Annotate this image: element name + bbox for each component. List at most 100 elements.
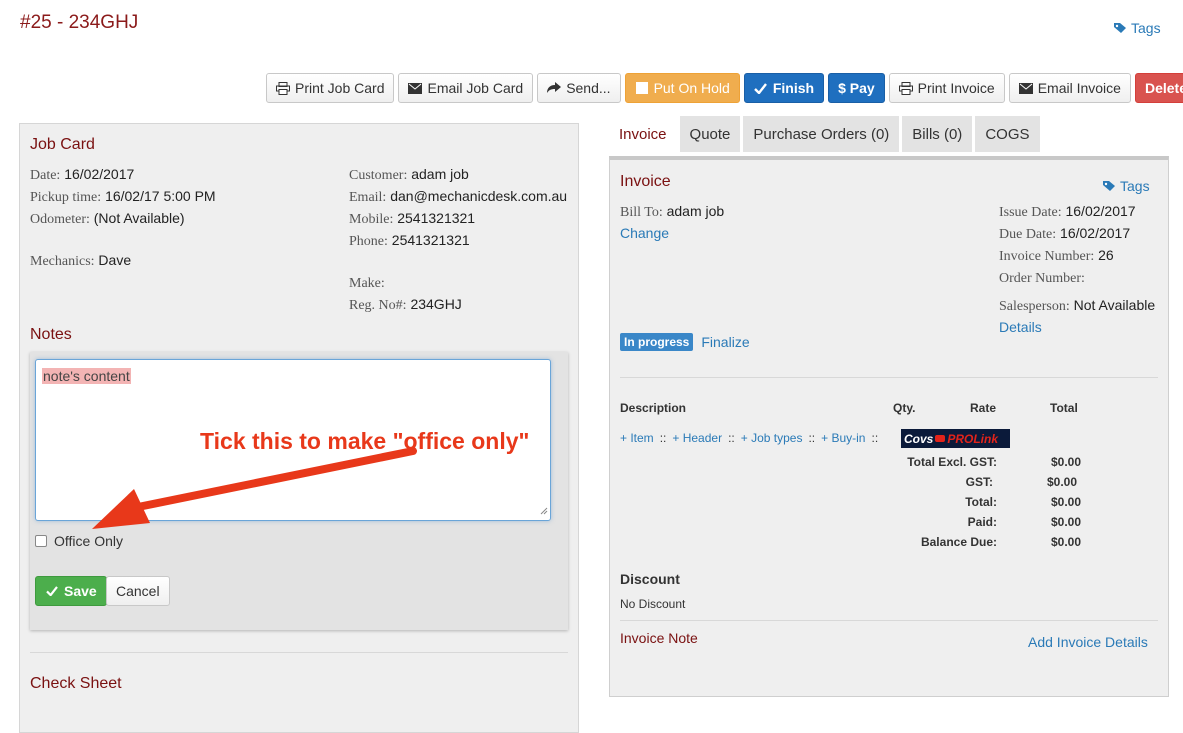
balance-due-label: Balance Due:	[920, 535, 997, 549]
customer-value: adam job	[411, 166, 469, 182]
job-toolbar: Print Job Card Email Job Card Send... Pu…	[266, 73, 1183, 103]
pickup-label: Pickup time:	[30, 190, 102, 205]
due-date-label: Due Date:	[999, 227, 1057, 242]
cancel-button[interactable]: Cancel	[106, 576, 170, 606]
phone-row: Phone: 2541321321	[349, 230, 567, 252]
envelope-icon	[408, 81, 423, 95]
divider	[620, 620, 1158, 621]
put-on-hold-button[interactable]: Put On Hold	[624, 73, 740, 103]
print-invoice-label: Print Invoice	[917, 80, 995, 96]
separator: ::	[808, 431, 816, 445]
divider	[30, 652, 568, 653]
add-buy-in-link[interactable]: + Buy-in	[821, 431, 865, 445]
col-total: Total	[1050, 401, 1078, 415]
rego-row: Reg. No#: 234GHJ	[349, 294, 567, 316]
tag-icon	[1102, 179, 1116, 193]
rego-label: Reg. No#:	[349, 298, 407, 313]
tab-cogs[interactable]: COGS	[975, 116, 1040, 152]
separator: ::	[871, 431, 879, 445]
pay-button[interactable]: $ Pay	[828, 73, 885, 103]
customer-label: Customer:	[349, 168, 408, 183]
add-job-types-link[interactable]: + Job types	[741, 431, 803, 445]
phone-value: 2541321321	[391, 232, 470, 248]
gst-label: GST:	[965, 475, 993, 489]
page-title: #25 - 234GHJ	[20, 12, 139, 33]
print-icon	[898, 81, 913, 95]
divider	[620, 377, 1158, 378]
stop-square-icon	[635, 81, 649, 95]
save-button[interactable]: Save	[35, 576, 107, 606]
tab-quote[interactable]: Quote	[679, 116, 741, 152]
mechanics-row: Mechanics: Dave	[30, 250, 216, 272]
email-invoice-label: Email Invoice	[1037, 80, 1121, 96]
date-label: Date:	[30, 168, 61, 183]
separator: ::	[728, 431, 735, 445]
tab-invoice[interactable]: Invoice	[609, 116, 677, 152]
issue-date-value: 16/02/2017	[1065, 203, 1136, 219]
finish-label: Finish	[772, 80, 815, 96]
header-tags-link[interactable]: Tags	[1113, 20, 1161, 36]
salesperson-value: Not Available	[1073, 297, 1156, 313]
send-button[interactable]: Send...	[537, 73, 621, 103]
tags-label: Tags	[1131, 20, 1161, 36]
bill-to-block: Bill To: adam job Change	[620, 201, 724, 243]
finish-button[interactable]: Finish	[743, 73, 825, 103]
add-line-links: + Item :: + Header :: + Job types :: + B…	[620, 431, 878, 445]
odometer-value: (Not Available)	[93, 210, 185, 226]
mechanics-label: Mechanics:	[30, 254, 95, 269]
total-excl-gst-label: Total Excl. GST:	[907, 455, 997, 469]
check-icon	[754, 81, 768, 95]
invoice-tags-label: Tags	[1120, 178, 1150, 194]
tag-icon	[1113, 21, 1127, 35]
change-link[interactable]: Change	[620, 223, 724, 243]
office-only-toggle[interactable]: Office Only	[35, 533, 123, 549]
bill-to-row: Bill To: adam job	[620, 201, 724, 223]
check-icon	[45, 584, 59, 598]
invoice-tags-link[interactable]: Tags	[1102, 178, 1150, 194]
mobile-label: Mobile:	[349, 212, 394, 227]
print-job-card-button[interactable]: Print Job Card	[266, 73, 395, 103]
delete-button[interactable]: Delete	[1134, 73, 1183, 103]
add-item-link[interactable]: + Item	[620, 431, 654, 445]
tab-bills[interactable]: Bills (0)	[902, 116, 973, 152]
total-excl-gst-value: $0.00	[1050, 455, 1081, 469]
email-row: Email: dan@mechanicdesk.com.au	[349, 186, 567, 208]
email-job-card-button[interactable]: Email Job Card	[398, 73, 534, 103]
print-invoice-button[interactable]: Print Invoice	[888, 73, 1005, 103]
email-value: dan@mechanicdesk.com.au	[390, 188, 568, 204]
paid-label: Paid:	[967, 515, 997, 529]
separator: ::	[659, 431, 667, 445]
salesperson-label: Salesperson:	[999, 299, 1070, 314]
pickup-value: 16/02/17 5:00 PM	[105, 188, 216, 204]
print-job-card-label: Print Job Card	[295, 80, 385, 96]
email-invoice-button[interactable]: Email Invoice	[1008, 73, 1131, 103]
mobile-value: 2541321321	[397, 210, 476, 226]
col-description: Description	[620, 401, 687, 415]
logo-mark-icon	[935, 435, 946, 442]
resize-handle-icon[interactable]	[540, 502, 548, 518]
paid-value: $0.00	[1050, 515, 1081, 529]
finalize-link[interactable]: Finalize	[701, 334, 749, 350]
date-value: 16/02/2017	[64, 166, 135, 182]
job-card-left-details: Date: 16/02/2017 Pickup time: 16/02/17 5…	[30, 164, 216, 272]
tab-purchase-orders[interactable]: Purchase Orders (0)	[743, 116, 900, 152]
envelope-icon	[1018, 81, 1033, 95]
invoice-note-label: Invoice Note	[620, 630, 698, 646]
discount-title: Discount	[620, 571, 680, 587]
invoice-number-row: Invoice Number: 26	[999, 245, 1155, 267]
details-link[interactable]: Details	[999, 317, 1155, 337]
issue-date-row: Issue Date: 16/02/2017	[999, 201, 1155, 223]
delete-label: Delete	[1144, 80, 1183, 96]
send-label: Send...	[566, 80, 611, 96]
add-invoice-details-link[interactable]: Add Invoice Details	[1028, 634, 1148, 650]
status-badge: In progress	[620, 333, 694, 351]
share-icon	[547, 81, 562, 95]
total-value: $0.00	[1050, 495, 1081, 509]
covs-prolink-logo[interactable]: Covs PROLink	[901, 429, 1010, 448]
add-header-link[interactable]: + Header	[672, 431, 722, 445]
mobile-row: Mobile: 2541321321	[349, 208, 567, 230]
bill-to-value: adam job	[666, 203, 725, 219]
office-only-checkbox[interactable]	[35, 535, 47, 547]
invoice-number-label: Invoice Number:	[999, 249, 1095, 264]
logo-text-covs: Covs	[904, 431, 934, 446]
